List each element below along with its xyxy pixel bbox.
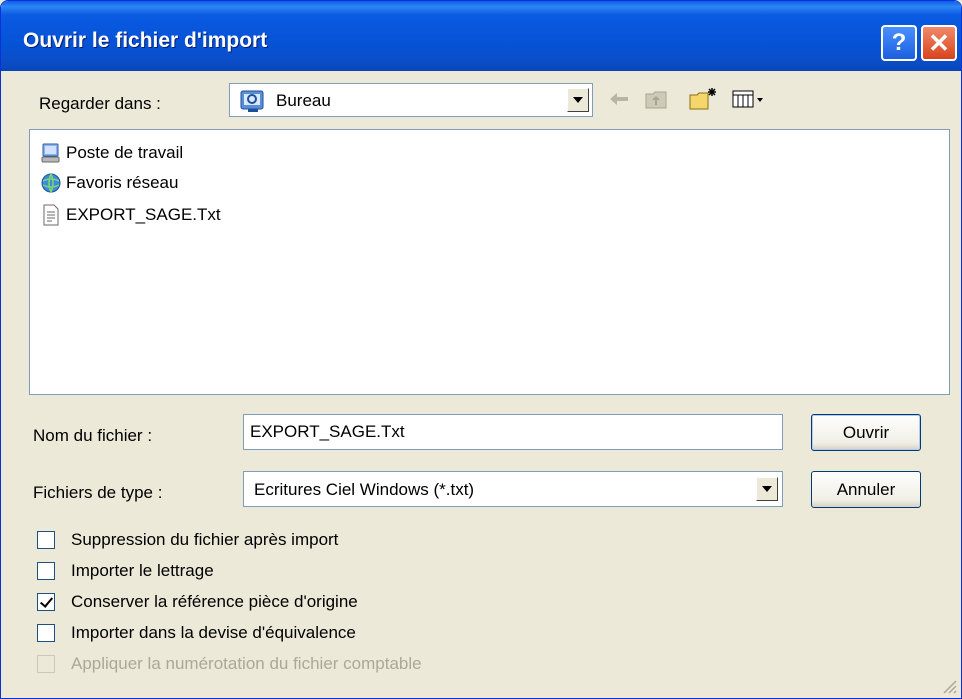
list-item[interactable]: Favoris réseau xyxy=(38,170,178,196)
look-in-label: Regarder dans : xyxy=(39,94,161,113)
title-bar[interactable]: Ouvrir le fichier d'import ? ✕ xyxy=(1,1,961,71)
file-type-value: Ecritures Ciel Windows (*.txt) xyxy=(254,480,475,499)
cancel-button[interactable]: Annuler xyxy=(811,471,921,508)
option-keep-original-reference[interactable]: Conserver la référence pièce d'origine xyxy=(37,589,358,615)
checkbox[interactable] xyxy=(37,562,55,580)
file-name-label: Nom du fichier : xyxy=(33,426,153,445)
open-button[interactable]: Ouvrir xyxy=(811,414,921,451)
file-list[interactable]: Poste de travail Favoris réseau EXPORT_S… xyxy=(29,129,950,395)
option-label: Suppression du fichier après import xyxy=(71,530,339,549)
question-mark-icon: ? xyxy=(891,29,907,56)
file-type-label: Fichiers de type : xyxy=(33,483,163,502)
option-label: Importer dans la devise d'équivalence xyxy=(71,623,356,642)
option-label: Appliquer la numérotation du fichier com… xyxy=(71,654,422,673)
file-name: Poste de travail xyxy=(66,143,184,162)
close-icon: ✕ xyxy=(928,27,950,58)
option-delete-after-import[interactable]: Suppression du fichier après import xyxy=(37,527,338,553)
list-item[interactable]: EXPORT_SAGE.Txt xyxy=(38,202,221,228)
view-menu-icon[interactable] xyxy=(729,85,769,113)
network-places-icon xyxy=(38,170,64,196)
list-item[interactable]: Poste de travail xyxy=(38,140,183,166)
desktop-icon xyxy=(240,89,266,118)
option-import-equivalent-currency[interactable]: Importer dans la devise d'équivalence xyxy=(37,620,356,646)
checkbox-disabled xyxy=(37,655,55,673)
look-in-dropdown-button[interactable] xyxy=(567,88,589,112)
help-button[interactable]: ? xyxy=(881,25,917,61)
back-arrow-icon[interactable] xyxy=(607,85,631,113)
option-apply-numbering: Appliquer la numérotation du fichier com… xyxy=(37,651,422,677)
resize-grip-icon[interactable] xyxy=(941,678,957,694)
checkbox[interactable] xyxy=(37,531,55,549)
close-button[interactable]: ✕ xyxy=(921,25,957,61)
file-name: Favoris réseau xyxy=(66,173,179,192)
chevron-down-icon xyxy=(573,97,583,103)
option-label: Importer le lettrage xyxy=(71,561,214,580)
checkbox-checked[interactable] xyxy=(37,593,55,611)
file-type-dropdown-button[interactable] xyxy=(756,477,778,501)
new-folder-icon[interactable] xyxy=(685,85,721,113)
dialog-title: Ouvrir le fichier d'import xyxy=(23,29,268,52)
text-file-icon xyxy=(38,202,64,228)
chevron-down-icon xyxy=(762,486,772,492)
up-folder-icon[interactable] xyxy=(643,85,669,113)
option-import-lettering[interactable]: Importer le lettrage xyxy=(37,558,214,584)
my-computer-icon xyxy=(38,140,64,166)
file-type-dropdown[interactable]: Ecritures Ciel Windows (*.txt) xyxy=(243,471,783,507)
look-in-value: Bureau xyxy=(276,91,331,110)
option-label: Conserver la référence pièce d'origine xyxy=(71,592,358,611)
file-name: EXPORT_SAGE.Txt xyxy=(66,205,221,224)
open-import-dialog: Ouvrir le fichier d'import ? ✕ Regarder … xyxy=(0,0,962,699)
file-name-input[interactable] xyxy=(243,414,783,450)
look-in-dropdown[interactable]: Bureau xyxy=(229,83,593,117)
checkbox[interactable] xyxy=(37,624,55,642)
